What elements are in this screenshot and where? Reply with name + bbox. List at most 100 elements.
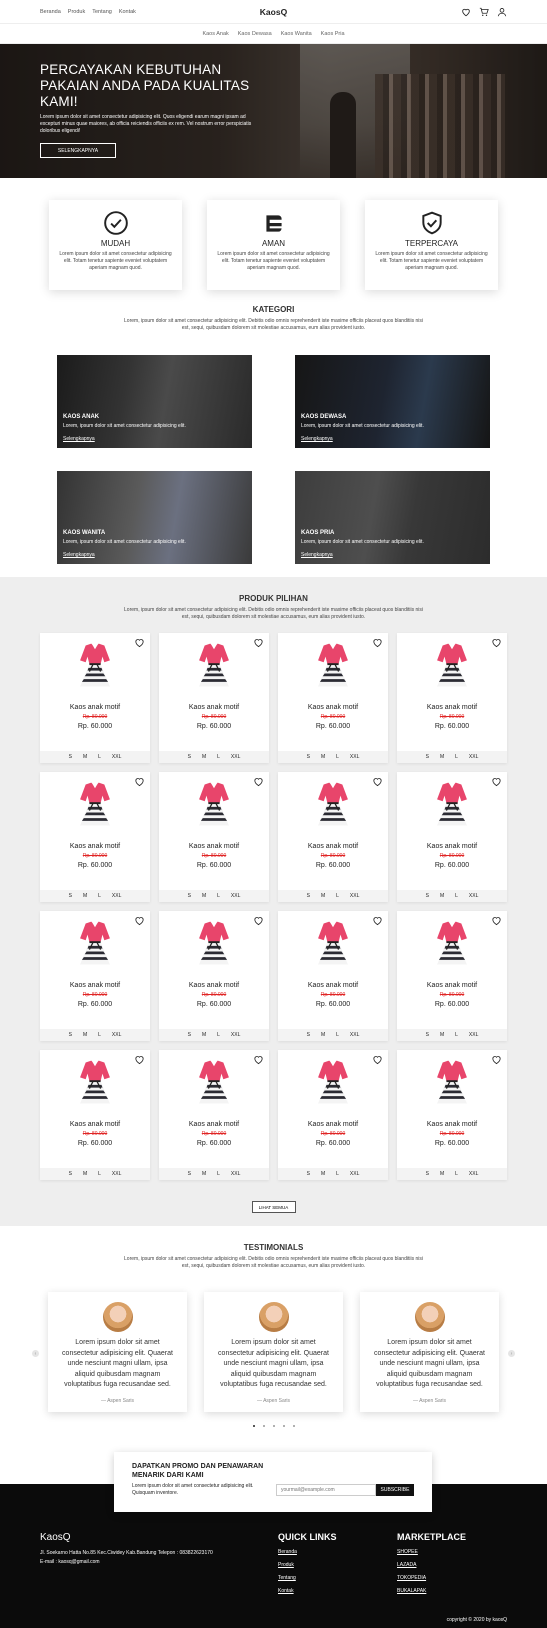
size-option[interactable]: XXL bbox=[112, 754, 121, 760]
size-option[interactable]: XXL bbox=[112, 893, 121, 899]
size-option[interactable]: XXL bbox=[112, 1171, 121, 1177]
wishlist-heart-icon[interactable] bbox=[253, 637, 264, 648]
wishlist-heart-icon[interactable] bbox=[372, 637, 383, 648]
size-option[interactable]: M bbox=[83, 893, 87, 899]
size-option[interactable]: L bbox=[98, 1032, 101, 1038]
size-option[interactable]: S bbox=[307, 1032, 310, 1038]
product-card[interactable]: Kaos anak motif Rp. 80.000 Rp. 60.000 S M L XX… bbox=[159, 772, 269, 902]
wishlist-heart-icon[interactable] bbox=[491, 637, 502, 648]
subscribe-button[interactable]: SUBSCRIBE bbox=[376, 1484, 414, 1496]
category-more-link[interactable]: Selengkapnya bbox=[63, 436, 95, 442]
wishlist-heart-icon[interactable] bbox=[134, 637, 145, 648]
carousel-dot[interactable] bbox=[272, 1425, 275, 1427]
category-more-link[interactable]: Selengkapnya bbox=[301, 552, 333, 558]
product-name[interactable]: Kaos anak motif bbox=[278, 982, 388, 989]
market-link-shopee[interactable]: SHOPEE bbox=[397, 1549, 466, 1555]
size-option[interactable]: XXL bbox=[231, 893, 240, 899]
product-card[interactable]: Kaos anak motif Rp. 80.000 Rp. 60.000 S M L XX… bbox=[278, 1050, 388, 1180]
product-name[interactable]: Kaos anak motif bbox=[397, 704, 507, 711]
size-option[interactable]: M bbox=[440, 1171, 444, 1177]
size-option[interactable]: S bbox=[69, 1032, 72, 1038]
product-card[interactable]: Kaos anak motif Rp. 80.000 Rp. 60.000 S M L XX… bbox=[159, 633, 269, 763]
product-card[interactable]: Kaos anak motif Rp. 80.000 Rp. 60.000 S M L XX… bbox=[278, 911, 388, 1041]
product-name[interactable]: Kaos anak motif bbox=[397, 843, 507, 850]
size-option[interactable]: M bbox=[321, 1171, 325, 1177]
nav-link-produk[interactable]: Produk bbox=[68, 9, 85, 15]
product-card[interactable]: Kaos anak motif Rp. 80.000 Rp. 60.000 S M L XX… bbox=[278, 633, 388, 763]
heart-icon[interactable] bbox=[461, 7, 471, 17]
size-option[interactable]: S bbox=[307, 1171, 310, 1177]
nav-link-kontak[interactable]: Kontak bbox=[119, 9, 136, 15]
wishlist-heart-icon[interactable] bbox=[372, 915, 383, 926]
size-option[interactable]: M bbox=[321, 754, 325, 760]
size-option[interactable]: XXL bbox=[469, 893, 478, 899]
product-name[interactable]: Kaos anak motif bbox=[40, 982, 150, 989]
size-option[interactable]: M bbox=[202, 893, 206, 899]
product-card[interactable]: Kaos anak motif Rp. 80.000 Rp. 60.000 S M L XX… bbox=[40, 1050, 150, 1180]
size-option[interactable]: XXL bbox=[469, 754, 478, 760]
size-option[interactable]: XXL bbox=[231, 1032, 240, 1038]
product-card[interactable]: Kaos anak motif Rp. 80.000 Rp. 60.000 S M L XX… bbox=[397, 772, 507, 902]
size-option[interactable]: L bbox=[336, 1171, 339, 1177]
size-option[interactable]: L bbox=[217, 1171, 220, 1177]
wishlist-heart-icon[interactable] bbox=[134, 915, 145, 926]
category-card-kaos-wanita[interactable]: KAOS WANITA Lorem, ipsum dolor sit amet … bbox=[57, 471, 252, 564]
size-option[interactable]: M bbox=[440, 754, 444, 760]
product-card[interactable]: Kaos anak motif Rp. 80.000 Rp. 60.000 S M L XX… bbox=[278, 772, 388, 902]
product-card[interactable]: Kaos anak motif Rp. 80.000 Rp. 60.000 S M L XX… bbox=[159, 911, 269, 1041]
size-option[interactable]: L bbox=[455, 1171, 458, 1177]
product-card[interactable]: Kaos anak motif Rp. 80.000 Rp. 60.000 S M L XX… bbox=[397, 633, 507, 763]
size-option[interactable]: L bbox=[336, 893, 339, 899]
carousel-dot[interactable] bbox=[292, 1425, 295, 1427]
size-option[interactable]: S bbox=[188, 1032, 191, 1038]
size-option[interactable]: S bbox=[69, 893, 72, 899]
footer-link-produk[interactable]: Produk bbox=[278, 1562, 337, 1568]
footer-link-tentang[interactable]: Tentang bbox=[278, 1575, 337, 1581]
size-option[interactable]: L bbox=[455, 754, 458, 760]
carousel-dot[interactable] bbox=[282, 1425, 285, 1427]
size-option[interactable]: XXL bbox=[350, 893, 359, 899]
size-option[interactable]: M bbox=[440, 1032, 444, 1038]
size-option[interactable]: XXL bbox=[231, 754, 240, 760]
product-card[interactable]: Kaos anak motif Rp. 80.000 Rp. 60.000 S M L XX… bbox=[40, 772, 150, 902]
wishlist-heart-icon[interactable] bbox=[253, 1054, 264, 1065]
wishlist-heart-icon[interactable] bbox=[372, 776, 383, 787]
size-option[interactable]: S bbox=[188, 893, 191, 899]
wishlist-heart-icon[interactable] bbox=[372, 1054, 383, 1065]
next-arrow-icon[interactable]: › bbox=[508, 1350, 515, 1357]
product-name[interactable]: Kaos anak motif bbox=[397, 982, 507, 989]
see-all-button[interactable]: LIHAT SEMUA bbox=[251, 1201, 296, 1213]
size-option[interactable]: S bbox=[307, 893, 310, 899]
size-option[interactable]: S bbox=[426, 1032, 429, 1038]
product-name[interactable]: Kaos anak motif bbox=[159, 1121, 269, 1128]
size-option[interactable]: M bbox=[83, 754, 87, 760]
category-card-kaos-dewasa[interactable]: KAOS DEWASA Lorem, ipsum dolor sit amet … bbox=[295, 355, 490, 448]
email-field[interactable] bbox=[276, 1484, 376, 1496]
brand-logo[interactable]: KaosQ bbox=[260, 7, 287, 17]
wishlist-heart-icon[interactable] bbox=[491, 776, 502, 787]
category-more-link[interactable]: Selengkapnya bbox=[63, 552, 95, 558]
size-option[interactable]: S bbox=[69, 1171, 72, 1177]
product-name[interactable]: Kaos anak motif bbox=[278, 843, 388, 850]
product-name[interactable]: Kaos anak motif bbox=[159, 982, 269, 989]
footer-link-kontak[interactable]: Kontak bbox=[278, 1588, 337, 1594]
size-option[interactable]: M bbox=[321, 1032, 325, 1038]
subnav-kaos-wanita[interactable]: Kaos Wanita bbox=[281, 31, 312, 37]
size-option[interactable]: L bbox=[336, 1032, 339, 1038]
size-option[interactable]: L bbox=[98, 893, 101, 899]
product-card[interactable]: Kaos anak motif Rp. 80.000 Rp. 60.000 S M L XX… bbox=[159, 1050, 269, 1180]
product-name[interactable]: Kaos anak motif bbox=[278, 1121, 388, 1128]
hero-more-button[interactable]: SELENGKAPNYA bbox=[40, 143, 116, 158]
size-option[interactable]: L bbox=[217, 893, 220, 899]
prev-arrow-icon[interactable]: ‹ bbox=[32, 1350, 39, 1357]
product-card[interactable]: Kaos anak motif Rp. 80.000 Rp. 60.000 S M L XX… bbox=[397, 1050, 507, 1180]
category-card-kaos-anak[interactable]: KAOS ANAK Lorem, ipsum dolor sit amet co… bbox=[57, 355, 252, 448]
product-name[interactable]: Kaos anak motif bbox=[159, 704, 269, 711]
size-option[interactable]: L bbox=[217, 754, 220, 760]
subnav-kaos-anak[interactable]: Kaos Anak bbox=[202, 31, 228, 37]
size-option[interactable]: L bbox=[455, 1032, 458, 1038]
size-option[interactable]: L bbox=[455, 893, 458, 899]
product-card[interactable]: Kaos anak motif Rp. 80.000 Rp. 60.000 S M L XX… bbox=[40, 911, 150, 1041]
size-option[interactable]: XXL bbox=[350, 1171, 359, 1177]
wishlist-heart-icon[interactable] bbox=[134, 776, 145, 787]
